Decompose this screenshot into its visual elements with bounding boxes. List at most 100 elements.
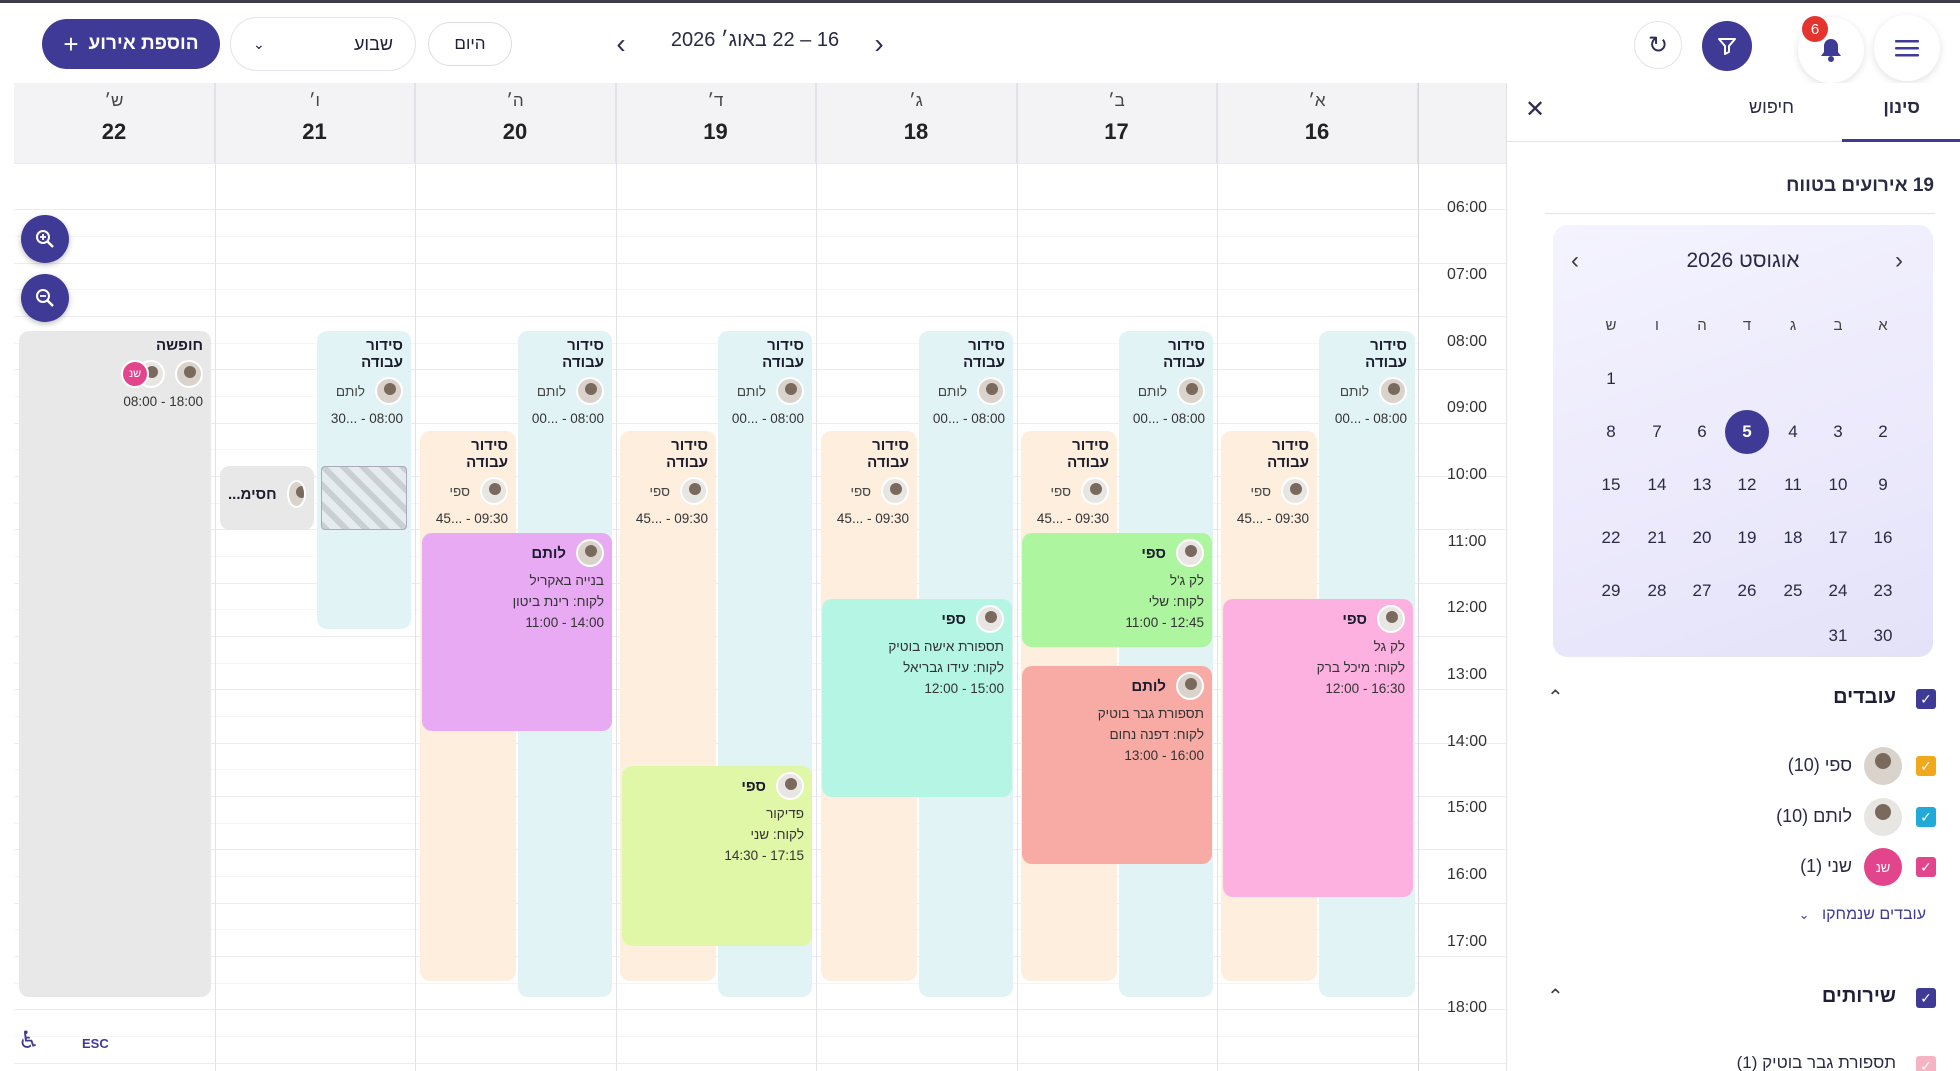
appointment-event[interactable]: ספי לק גל לקוח: מיכל ברק 16:30 - 12:00 bbox=[1223, 599, 1413, 897]
hamburger-icon bbox=[1895, 40, 1919, 57]
appointment-event[interactable]: לותם בנייה באקריל לקוח: רינת ביטון 14:00… bbox=[422, 533, 612, 731]
refresh-button[interactable]: ↻ bbox=[1634, 21, 1682, 69]
mini-day[interactable]: 28 bbox=[1635, 569, 1679, 613]
mini-day[interactable]: 22 bbox=[1589, 516, 1633, 560]
mini-day[interactable]: 12 bbox=[1725, 463, 1769, 507]
appointment-event[interactable]: ספי תספורת אישה בוטיק לקוח: עידו גבריאל … bbox=[822, 599, 1012, 797]
tab-filter[interactable]: סינון bbox=[1883, 97, 1920, 118]
mini-day[interactable]: 3 bbox=[1816, 410, 1860, 454]
collapse-employees-button[interactable]: ⌃ bbox=[1547, 685, 1564, 710]
mini-day[interactable]: 20 bbox=[1680, 516, 1724, 560]
mini-day[interactable]: 7 bbox=[1635, 410, 1679, 454]
mini-day[interactable]: 23 bbox=[1861, 569, 1905, 613]
day-name: ש׳ bbox=[104, 91, 124, 110]
mini-day[interactable]: 27 bbox=[1680, 569, 1724, 613]
avatar bbox=[776, 772, 804, 800]
mini-day[interactable]: 31 bbox=[1816, 614, 1860, 658]
prev-week-button[interactable]: ‹ bbox=[604, 27, 638, 61]
employee-name: לותם bbox=[736, 383, 766, 399]
mini-day[interactable]: 11 bbox=[1771, 463, 1815, 507]
event-title: סידור עבודה bbox=[867, 437, 909, 471]
zoom-out-button[interactable] bbox=[21, 274, 69, 322]
mini-day[interactable]: 18 bbox=[1771, 516, 1815, 560]
refresh-icon: ↻ bbox=[1647, 31, 1669, 59]
mini-day[interactable]: 24 bbox=[1816, 569, 1860, 613]
event-title: סידור עבודה bbox=[1163, 337, 1205, 371]
employee-label: שני (1) bbox=[1800, 856, 1852, 876]
event-time: 08:00 - ...30 bbox=[330, 411, 403, 426]
tab-search[interactable]: חיפוש bbox=[1749, 97, 1794, 118]
avatar bbox=[881, 477, 909, 505]
employee-checkbox[interactable]: ✓ bbox=[1916, 756, 1936, 776]
mini-day[interactable]: 29 bbox=[1589, 569, 1633, 613]
mini-day[interactable]: 13 bbox=[1680, 463, 1724, 507]
mini-day[interactable]: 26 bbox=[1725, 569, 1769, 613]
appointment-event[interactable]: ספי לק ג'ל לקוח: שלי 12:45 - 11:00 bbox=[1022, 533, 1212, 647]
zoom-in-button[interactable] bbox=[21, 215, 69, 263]
shift-event-lotem[interactable]: סידור עבודה לותם 08:00 - ...00 bbox=[1119, 331, 1213, 997]
mini-day[interactable]: 14 bbox=[1635, 463, 1679, 507]
day-header-mon[interactable]: ב׳ 17 bbox=[1017, 83, 1217, 163]
day-name: ה׳ bbox=[506, 91, 524, 110]
mini-day-selected[interactable]: 5 bbox=[1725, 410, 1769, 454]
mini-day[interactable]: 1 bbox=[1589, 357, 1633, 401]
appointment-event[interactable]: לותם תספורת גבר בוטיק לקוח: דפנה נחום 16… bbox=[1022, 666, 1212, 864]
blocked-event[interactable]: חסימ... bbox=[220, 466, 314, 530]
service-checkbox[interactable]: ✓ bbox=[1916, 1056, 1936, 1071]
collapse-services-button[interactable]: ⌃ bbox=[1547, 984, 1564, 1009]
filter-icon bbox=[1718, 38, 1736, 55]
employee-checkbox[interactable]: ✓ bbox=[1916, 857, 1936, 877]
mini-day[interactable]: 25 bbox=[1771, 569, 1815, 613]
avatar bbox=[1379, 377, 1407, 405]
appointment-event[interactable]: ספי פדיקור לקוח: שני 17:15 - 14:30 bbox=[622, 766, 812, 946]
view-select[interactable]: ⌄ שבוע bbox=[230, 17, 416, 71]
day-header-sat[interactable]: ש׳ 22 bbox=[14, 83, 215, 163]
mini-day[interactable]: 8 bbox=[1589, 410, 1633, 454]
event-service: פדיקור bbox=[766, 806, 804, 821]
employee-name: ספי bbox=[1141, 544, 1166, 562]
mini-day[interactable]: 6 bbox=[1680, 410, 1724, 454]
day-header-wed[interactable]: ד׳ 19 bbox=[616, 83, 816, 163]
mini-day[interactable]: 9 bbox=[1861, 463, 1905, 507]
mini-day[interactable]: 10 bbox=[1816, 463, 1860, 507]
avatar bbox=[375, 377, 403, 405]
close-panel-button[interactable]: ✕ bbox=[1525, 95, 1545, 124]
mini-day[interactable]: 15 bbox=[1589, 463, 1633, 507]
employee-name: ספי bbox=[1050, 483, 1071, 499]
today-button[interactable]: היום bbox=[428, 22, 512, 66]
deleted-employees-toggle[interactable]: עובדים שנמחקו ⌄ bbox=[1799, 906, 1926, 924]
day-header-sun[interactable]: א׳ 16 bbox=[1217, 83, 1418, 163]
mini-day[interactable]: 19 bbox=[1725, 516, 1769, 560]
menu-button[interactable] bbox=[1874, 15, 1940, 81]
mini-day[interactable]: 17 bbox=[1816, 516, 1860, 560]
mini-day[interactable]: 30 bbox=[1861, 614, 1905, 658]
add-event-button[interactable]: + הוספת אירוע bbox=[42, 19, 220, 69]
employees-checkbox[interactable]: ✓ bbox=[1916, 689, 1936, 709]
next-week-button[interactable]: › bbox=[862, 27, 896, 61]
hour-label: 18:00 bbox=[1446, 999, 1488, 1016]
day-header-tue[interactable]: ג׳ 18 bbox=[816, 83, 1017, 163]
event-time: 08:00 - ...00 bbox=[731, 411, 804, 426]
accessibility-icon[interactable]: ♿ bbox=[18, 1026, 40, 1055]
services-checkbox[interactable]: ✓ bbox=[1916, 988, 1936, 1008]
mini-calendar: ‹ אוגוסט 2026 › א ב ג ד ה ו ש 1 2 3 4 5 … bbox=[1553, 225, 1933, 657]
employee-name: לותם bbox=[1339, 383, 1369, 399]
blocked-slot-pattern[interactable] bbox=[321, 466, 407, 530]
employee-checkbox[interactable]: ✓ bbox=[1916, 807, 1936, 827]
service-label: תספורת גבר בוטיק (1) bbox=[1736, 1053, 1896, 1071]
day-header-thu[interactable]: ה׳ 20 bbox=[415, 83, 616, 163]
mini-day[interactable]: 16 bbox=[1861, 516, 1905, 560]
mini-day[interactable]: 4 bbox=[1771, 410, 1815, 454]
mini-day[interactable]: 21 bbox=[1635, 516, 1679, 560]
chevron-up-icon: ⌃ bbox=[1547, 986, 1564, 1008]
day-header-fri[interactable]: ו׳ 21 bbox=[215, 83, 415, 163]
event-client: לקוח: עידו גבריאל bbox=[903, 660, 1004, 675]
chevron-down-icon: ⌄ bbox=[1798, 907, 1810, 922]
mini-next-button[interactable]: › bbox=[1895, 247, 1903, 275]
add-event-label: הוספת אירוע bbox=[88, 33, 199, 54]
mini-day[interactable]: 2 bbox=[1861, 410, 1905, 454]
employee-name: ספי bbox=[1250, 483, 1271, 499]
bell-icon bbox=[1821, 39, 1841, 62]
filter-button[interactable] bbox=[1702, 21, 1752, 71]
vacation-event[interactable]: חופשה שנ 18:00 - 08:00 bbox=[19, 331, 211, 997]
